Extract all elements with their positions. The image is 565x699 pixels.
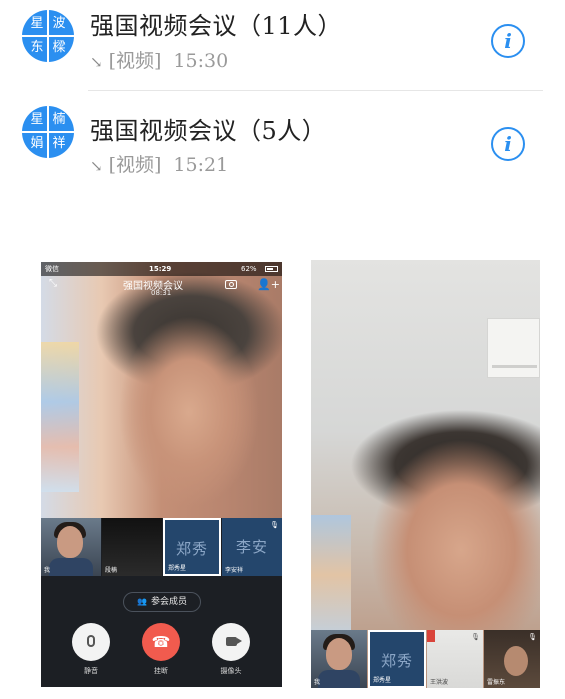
participant-initials: 郑秀 xyxy=(380,652,413,670)
call-timer: 08:31 xyxy=(151,289,172,297)
hangup-icon: ☎ xyxy=(151,633,171,651)
participant-initials: 郑秀 xyxy=(175,540,208,558)
call-history-item-2[interactable]: 星 楠 娟 祥 强国视频会议（5人） ↘ [视频] 15:21 i xyxy=(0,0,565,176)
info-icon[interactable]: i xyxy=(491,127,525,161)
group-avatar: 星 楠 娟 祥 xyxy=(22,106,74,158)
people-icon: 👥 xyxy=(137,597,147,606)
background-map xyxy=(41,342,79,492)
participant-name: 王洪波 xyxy=(430,679,449,686)
participant-name: 我 xyxy=(314,679,321,686)
status-clock: 15:29 xyxy=(149,265,172,273)
avatar-char: 祥 xyxy=(52,136,66,151)
video-call-screenshot-1: 微信 15:29 62% ⤡ 强国视频会议 08:31 👤+ 我 段楠 郑秀 郑… xyxy=(41,262,282,687)
mute-label: 静音 xyxy=(84,667,98,675)
call-meta: ↘ [视频] 15:21 xyxy=(90,150,228,177)
video-call-screenshot-2: 我 郑秀 郑秀星 🎙 王洪波 🎙 雷振东 xyxy=(311,260,540,688)
camera-button[interactable] xyxy=(212,623,250,661)
background-map xyxy=(311,515,351,635)
camera-flip-icon[interactable] xyxy=(225,280,237,289)
participant-strip: 我 郑秀 郑秀星 🎙 王洪波 🎙 雷振东 xyxy=(311,630,540,688)
participant-thumb[interactable]: 🎙 王洪波 xyxy=(427,630,483,688)
microphone-icon: 🎙 xyxy=(471,633,480,641)
participant-name: 李安祥 xyxy=(225,567,244,574)
avatar-divider xyxy=(22,131,74,133)
status-bar: 微信 15:29 62% xyxy=(41,262,282,276)
call-time: 15:21 xyxy=(173,154,229,176)
battery-percent: 62% xyxy=(241,265,257,273)
participant-thumb[interactable]: 段楠 xyxy=(102,518,162,576)
participant-thumb-active[interactable]: 郑秀 郑秀星 xyxy=(368,630,426,688)
avatar-char: 楠 xyxy=(52,112,66,127)
call-type: [视频] xyxy=(108,154,162,176)
microphone-icon xyxy=(87,635,95,647)
participant-name: 段楠 xyxy=(105,567,118,574)
members-button[interactable]: 👥 参会成员 xyxy=(123,592,201,612)
participant-name: 雷振东 xyxy=(487,679,506,686)
microphone-icon: 🎙 xyxy=(528,633,537,641)
call-title: 强国视频会议（5人） xyxy=(90,117,327,145)
hangup-label: 挂断 xyxy=(154,667,168,675)
camera-label: 摄像头 xyxy=(220,667,242,675)
battery-icon xyxy=(265,266,278,272)
participant-thumb[interactable]: 🎙 李安 李安祥 xyxy=(222,518,282,576)
participant-name: 郑秀星 xyxy=(373,677,392,684)
camera-icon xyxy=(225,637,242,646)
members-button-label: 参会成员 xyxy=(150,597,187,607)
participant-initials: 李安 xyxy=(235,538,268,556)
hangup-button[interactable]: ☎ xyxy=(142,623,180,661)
participant-thumb-active[interactable]: 郑秀 郑秀星 xyxy=(163,518,221,576)
collapse-icon[interactable]: ⤡ xyxy=(49,278,57,289)
participant-name: 郑秀星 xyxy=(168,565,187,572)
outgoing-call-icon: ↘ xyxy=(90,157,103,175)
microphone-icon: 🎙 xyxy=(270,521,279,529)
participant-thumb[interactable]: 我 xyxy=(41,518,101,576)
carrier-label: 微信 xyxy=(45,265,59,273)
participant-name: 我 xyxy=(44,567,51,574)
air-conditioner xyxy=(487,318,540,378)
mute-button[interactable] xyxy=(72,623,110,661)
participant-thumb[interactable]: 我 xyxy=(311,630,367,688)
add-member-icon[interactable]: 👤+ xyxy=(257,278,280,291)
participant-thumb[interactable]: 🎙 雷振东 xyxy=(484,630,540,688)
participant-strip: 我 段楠 郑秀 郑秀星 🎙 李安 李安祥 xyxy=(41,518,282,576)
flag-decoration xyxy=(427,630,435,642)
